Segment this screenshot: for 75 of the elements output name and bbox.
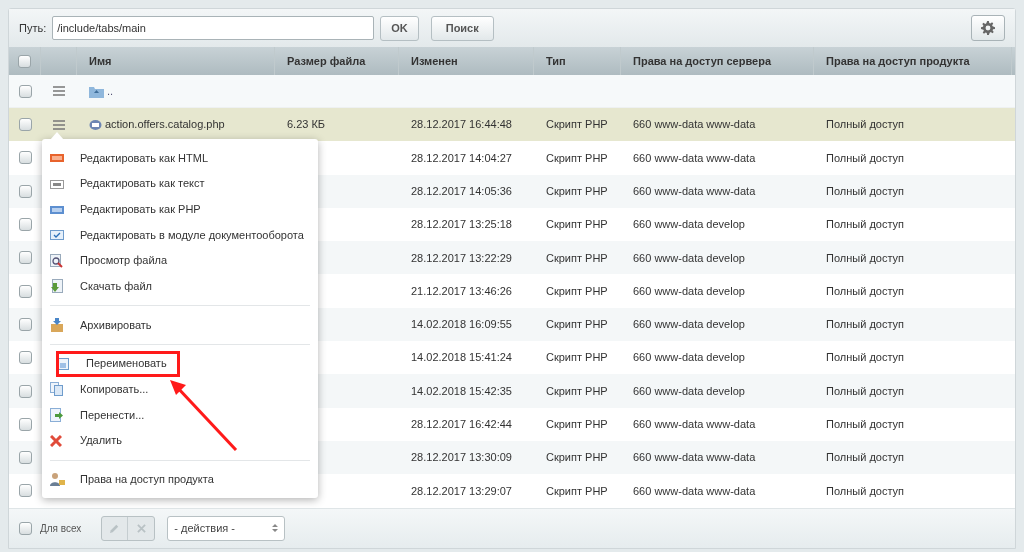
table-cell: 660 www-data develop — [633, 351, 745, 364]
table-cell: Скрипт PHP — [546, 318, 608, 331]
table-cell: Полный доступ — [826, 151, 905, 164]
table-cell: Скрипт PHP — [546, 484, 608, 497]
table-cell: 21.12.2017 13:46:26 — [411, 284, 512, 297]
path-field[interactable]: /include/tabs/main — [52, 16, 375, 40]
table-cell: Скрипт PHP — [546, 185, 608, 197]
ok-button[interactable]: OK — [380, 15, 419, 41]
table-cell: 14.02.2018 15:42:35 — [411, 384, 512, 397]
menu-item[interactable]: Редактировать в модуле документооборота — [80, 226, 304, 244]
table-cell: 660 www-data develop — [633, 284, 745, 297]
parent-folder-link[interactable]: .. — [107, 82, 114, 100]
table-cell: 28.12.2017 13:22:29 — [411, 251, 512, 264]
table-cell: 28.12.2017 13:30:09 — [411, 451, 512, 464]
table-cell: Полный доступ — [826, 484, 905, 497]
table-cell: 660 www-data www-data — [633, 418, 756, 431]
table-cell: Полный доступ — [826, 418, 905, 431]
menu-item[interactable]: Переименовать — [86, 355, 167, 372]
table-cell: Полный доступ — [826, 451, 905, 464]
table-cell: Скрипт PHP — [546, 118, 608, 131]
table-cell: 14.02.2018 15:41:24 — [411, 351, 512, 364]
table-cell: 28.12.2017 14:04:27 — [411, 151, 512, 164]
table-cell: 28.12.2017 16:42:44 — [411, 418, 512, 431]
table-cell: 660 www-data www-data — [633, 484, 756, 497]
menu-item[interactable]: Просмотр файла — [80, 252, 168, 269]
actions-select[interactable]: - действия - — [167, 515, 286, 541]
column-header[interactable]: Права на доступ сервера — [633, 52, 772, 70]
table-cell: 660 www-data www-data — [633, 118, 756, 131]
table-cell: Полный доступ — [826, 118, 905, 131]
table-cell: Полный доступ — [826, 318, 905, 331]
menu-item[interactable]: Редактировать как PHP — [80, 200, 201, 218]
path-label: Путь: — [19, 20, 47, 36]
table-cell: Полный доступ — [826, 251, 905, 264]
table-cell: 660 www-data www-data — [633, 451, 756, 464]
table-cell: Скрипт PHP — [546, 151, 608, 164]
column-header[interactable]: Тип — [546, 52, 566, 70]
table-cell: 660 www-data develop — [633, 384, 745, 397]
table-cell: Скрипт PHP — [546, 284, 608, 297]
table-cell: 660 www-data www-data — [633, 185, 756, 197]
table-cell: Полный доступ — [826, 351, 905, 364]
table-cell: Скрипт PHP — [546, 218, 608, 231]
table-cell: 28.12.2017 13:25:18 — [411, 218, 512, 231]
table-cell: 6.23 КБ — [287, 118, 326, 131]
column-header[interactable]: Изменен — [411, 52, 458, 70]
menu-item[interactable]: Копировать... — [80, 381, 149, 398]
table-cell: Скрипт PHP — [546, 384, 608, 397]
select-all-label: Для всех — [40, 521, 82, 536]
menu-item[interactable]: Перенести... — [80, 406, 145, 424]
column-header[interactable]: Права на доступ продукта — [826, 52, 970, 70]
menu-item[interactable]: Права на доступ продукта — [80, 471, 214, 488]
table-cell: Скрипт PHP — [546, 418, 608, 431]
column-header[interactable]: Размер файла — [287, 52, 366, 70]
table-cell: 660 www-data develop — [633, 218, 745, 231]
table-cell: 28.12.2017 13:29:07 — [411, 484, 512, 497]
column-header[interactable]: Имя — [89, 52, 112, 70]
menu-item[interactable]: Архивировать — [80, 316, 152, 334]
menu-item[interactable]: Скачать файл — [80, 278, 153, 295]
search-button[interactable]: Поиск — [430, 15, 494, 41]
table-cell: Скрипт PHP — [546, 451, 608, 464]
table-cell: Скрипт PHP — [546, 251, 608, 264]
table-cell: 14.02.2018 16:09:55 — [411, 318, 512, 331]
table-cell: Полный доступ — [826, 185, 905, 197]
table-cell: 660 www-data www-data — [633, 151, 756, 164]
table-cell: 28.12.2017 14:05:36 — [411, 185, 512, 197]
menu-item[interactable]: Редактировать как текст — [80, 175, 205, 192]
menu-item[interactable]: Редактировать как HTML — [80, 149, 209, 167]
table-cell: 28.12.2017 16:44:48 — [411, 118, 512, 131]
table-cell: 660 www-data develop — [633, 318, 745, 331]
table-cell: Скрипт PHP — [546, 351, 608, 364]
file-name-link[interactable]: action.offers.catalog.php — [105, 116, 225, 133]
table-cell: 660 www-data develop — [633, 251, 745, 264]
table-cell: Полный доступ — [826, 218, 905, 231]
table-cell: Полный доступ — [826, 384, 905, 397]
table-cell: Полный доступ — [826, 284, 905, 297]
menu-item[interactable]: Удалить — [80, 432, 122, 449]
